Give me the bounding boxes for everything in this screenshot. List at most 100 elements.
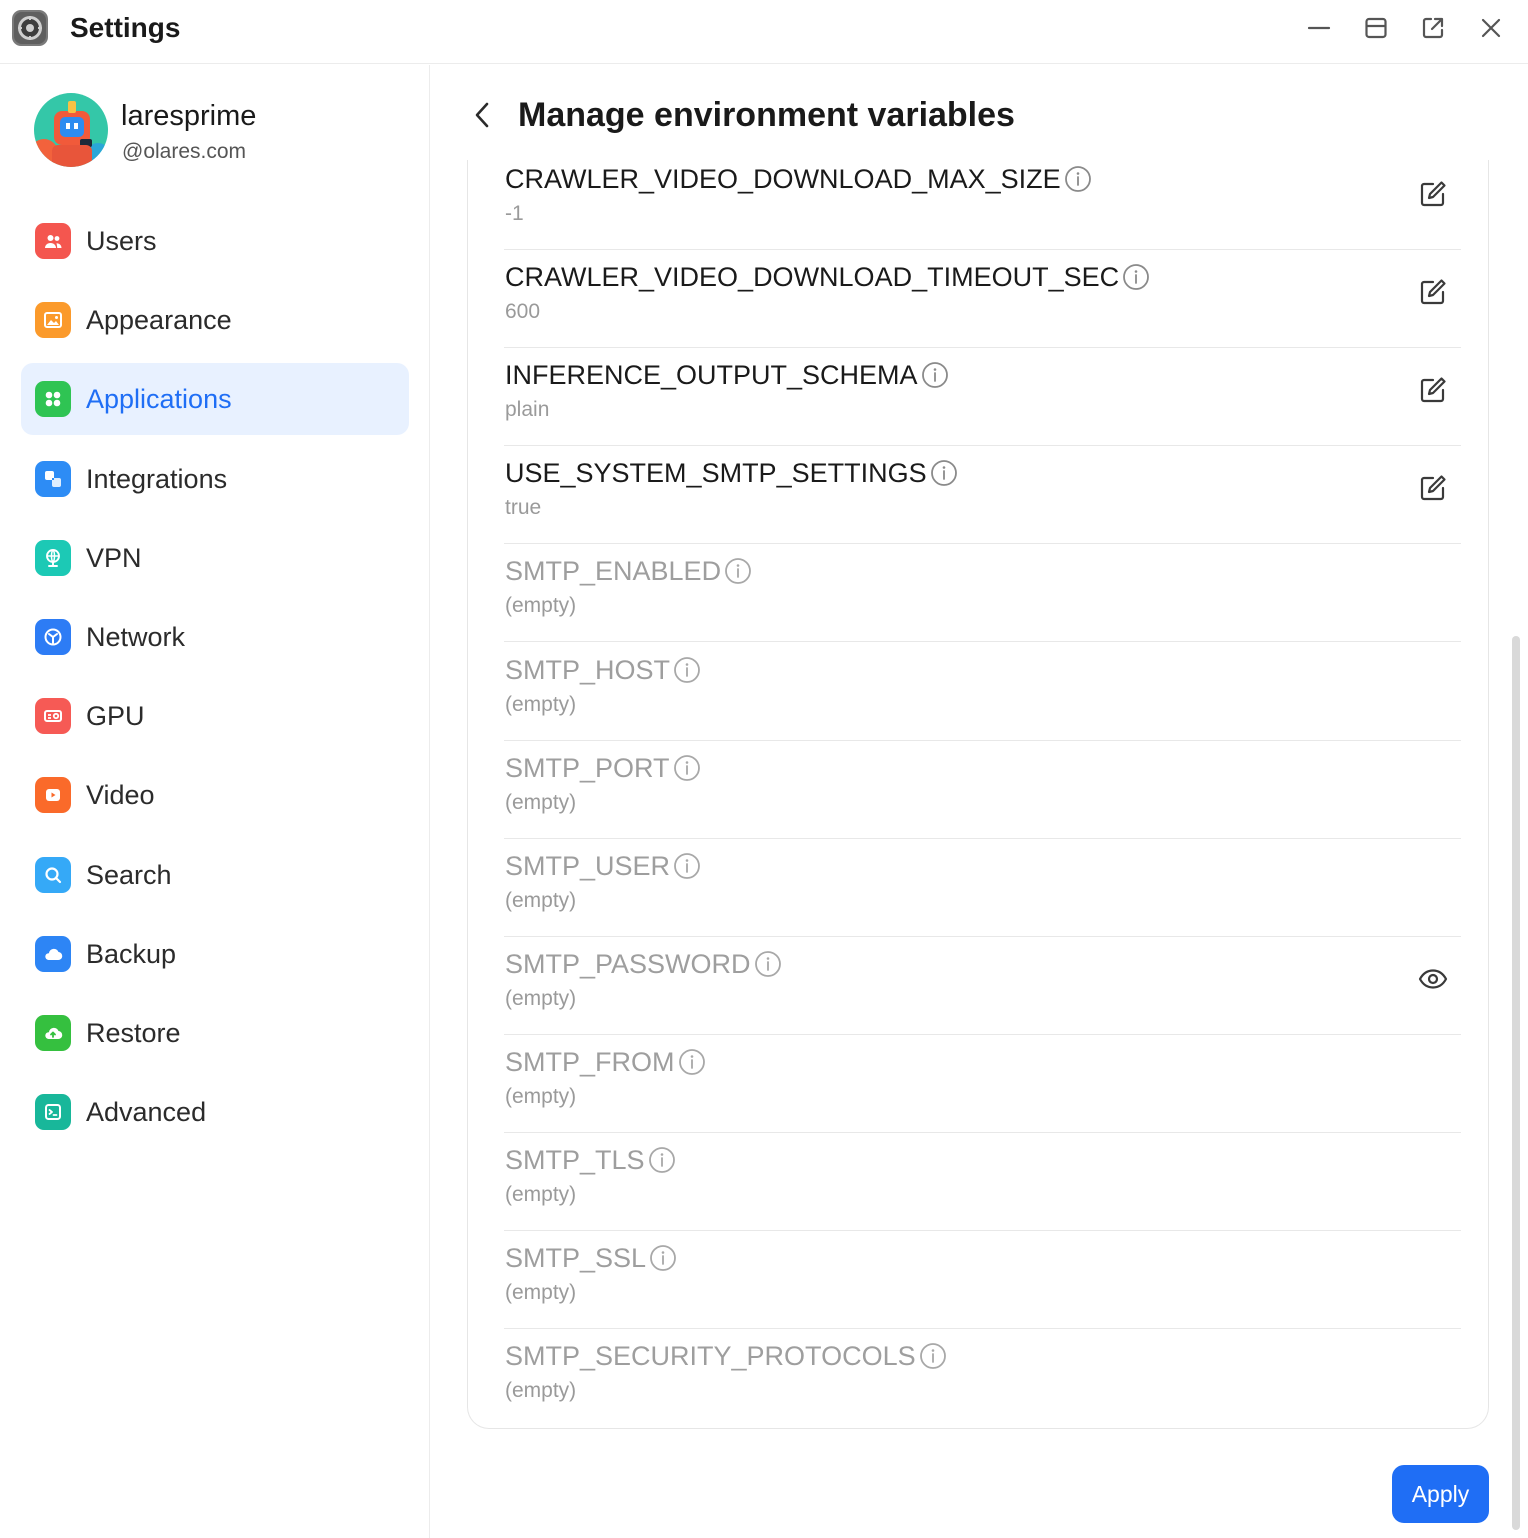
env-name-text: USE_SYSTEM_SMTP_SETTINGS xyxy=(505,458,927,489)
cloud-icon xyxy=(35,935,71,972)
window-title: Settings xyxy=(70,12,181,43)
env-name-text: INFERENCE_OUTPUT_SCHEMA xyxy=(505,360,918,391)
env-name-text: CRAWLER_VIDEO_DOWNLOAD_MAX_SIZE xyxy=(505,164,1061,194)
info-icon[interactable] xyxy=(649,1244,677,1272)
info-icon[interactable] xyxy=(921,361,949,389)
env-name-text: SMTP_SECURITY_PROTOCOLS xyxy=(505,1341,916,1372)
edit-button[interactable] xyxy=(1413,174,1453,214)
env-value: plain xyxy=(505,398,550,422)
env-name: CRAWLER_VIDEO_DOWNLOAD_TIMEOUT_SEC xyxy=(505,260,1150,294)
sidebar-item-label: Search xyxy=(86,859,172,890)
sidebar-item-advanced[interactable]: Advanced xyxy=(21,1076,409,1148)
info-icon[interactable] xyxy=(673,656,701,684)
env-row: SMTP_ENABLED (empty) xyxy=(504,544,1461,643)
info-icon[interactable] xyxy=(648,1146,676,1174)
sidebar-item-label: Appearance xyxy=(86,305,232,336)
env-value: true xyxy=(505,496,542,520)
sidebar-item-label: Applications xyxy=(86,384,232,415)
info-icon[interactable] xyxy=(678,1048,706,1076)
env-name: SMTP_PASSWORD xyxy=(505,947,782,981)
eye-icon xyxy=(1417,963,1449,995)
sidebar-item-vpn[interactable]: VPN xyxy=(21,522,409,594)
env-name: CRAWLER_VIDEO_DOWNLOAD_MAX_SIZE xyxy=(505,162,1092,196)
env-value: (empty) xyxy=(505,1281,577,1305)
edit-icon xyxy=(1417,276,1449,308)
env-name: SMTP_TLS xyxy=(505,1143,676,1177)
sidebar-item-search[interactable]: Search xyxy=(21,839,409,911)
sidebar-item-label: Backup xyxy=(86,938,177,969)
env-row: INFERENCE_OUTPUT_SCHEMAplain xyxy=(504,348,1461,447)
env-name: USE_SYSTEM_SMTP_SETTINGS xyxy=(505,456,958,490)
sidebar-item-gpu[interactable]: GPU xyxy=(21,680,409,752)
env-name: SMTP_USER xyxy=(505,849,701,883)
sidebar-item-users[interactable]: Users xyxy=(21,205,409,277)
info-icon[interactable] xyxy=(724,557,752,585)
info-icon[interactable] xyxy=(1064,165,1092,193)
env-name-text: SMTP_PORT xyxy=(505,752,670,783)
env-row: SMTP_SSL (empty) xyxy=(504,1231,1461,1330)
info-icon[interactable] xyxy=(754,950,782,978)
edit-button[interactable] xyxy=(1413,272,1453,312)
info-icon[interactable] xyxy=(673,754,701,782)
sidebar-item-label: Integrations xyxy=(86,463,228,494)
sidebar-item-label: Restore xyxy=(86,1017,181,1048)
sidebar-item-restore[interactable]: Restore xyxy=(21,997,409,1069)
image-icon xyxy=(35,302,71,339)
info-icon[interactable] xyxy=(673,852,701,880)
env-name: SMTP_HOST xyxy=(505,653,701,687)
env-value: -1 xyxy=(505,202,524,225)
close-icon[interactable] xyxy=(1475,12,1507,44)
env-name-text: SMTP_FROM xyxy=(505,1046,675,1077)
integrations-icon xyxy=(35,460,71,497)
env-row: CRAWLER_VIDEO_DOWNLOAD_TIMEOUT_SEC 600 xyxy=(504,250,1461,349)
users-icon xyxy=(35,223,71,259)
gpu-icon xyxy=(35,698,71,735)
user-profile[interactable]: laresprime @olares.com xyxy=(34,93,414,169)
info-icon[interactable] xyxy=(930,459,958,487)
env-name-text: SMTP_PASSWORD xyxy=(505,948,751,979)
env-name: SMTP_ENABLED xyxy=(505,554,752,588)
edit-icon xyxy=(1417,472,1449,504)
maximize-icon[interactable] xyxy=(1360,12,1392,44)
sidebar-item-appearance[interactable]: Appearance xyxy=(21,284,409,356)
apps-icon xyxy=(35,381,71,418)
env-name-text: SMTP_SSL xyxy=(505,1243,647,1274)
toggle-visibility-button[interactable] xyxy=(1413,959,1453,999)
avatar xyxy=(34,93,108,167)
apply-button[interactable]: Apply xyxy=(1392,1465,1489,1523)
info-icon[interactable] xyxy=(919,1342,947,1370)
env-row: USE_SYSTEM_SMTP_SETTINGStrue xyxy=(504,446,1461,545)
network-icon xyxy=(35,618,71,655)
sidebar-item-network[interactable]: Network xyxy=(21,601,409,673)
env-name-text: SMTP_TLS xyxy=(505,1145,645,1175)
back-button[interactable] xyxy=(464,96,500,134)
env-value: (empty) xyxy=(505,594,577,618)
env-value: (empty) xyxy=(505,1183,577,1206)
sidebar-item-backup[interactable]: Backup xyxy=(21,918,409,990)
edit-icon xyxy=(1417,374,1449,406)
env-variable-list: CRAWLER_VIDEO_DOWNLOAD_MAX_SIZE -1 CRAWLER… xyxy=(467,160,1489,1429)
info-icon[interactable] xyxy=(1122,263,1150,291)
profile-handle: @olares.com xyxy=(122,140,247,163)
env-name: SMTP_SSL xyxy=(505,1241,677,1275)
globe-icon xyxy=(35,539,71,576)
title-bar: Settings xyxy=(0,0,1528,64)
sidebar-item-applications[interactable]: Applications xyxy=(21,363,409,436)
profile-name: laresprime xyxy=(121,100,257,132)
minimize-icon[interactable] xyxy=(1303,12,1335,44)
sidebar-item-integrations[interactable]: Integrations xyxy=(21,443,409,515)
env-row: SMTP_USER (empty) xyxy=(504,839,1461,937)
terminal-icon xyxy=(35,1094,71,1131)
env-name: SMTP_SECURITY_PROTOCOLS xyxy=(505,1339,947,1373)
sidebar-item-video[interactable]: Video xyxy=(21,759,409,831)
edit-button[interactable] xyxy=(1413,370,1453,410)
env-name-text: SMTP_HOST xyxy=(505,654,671,685)
env-row: SMTP_HOST (empty) xyxy=(504,643,1461,741)
chevron-left-icon xyxy=(475,102,489,128)
env-value: (empty) xyxy=(505,986,577,1010)
env-value: 600 xyxy=(505,300,541,324)
open-external-icon[interactable] xyxy=(1417,12,1449,44)
scrollbar[interactable] xyxy=(1512,636,1520,1530)
page-title: Manage environment variables xyxy=(518,96,1015,134)
edit-button[interactable] xyxy=(1413,468,1453,508)
